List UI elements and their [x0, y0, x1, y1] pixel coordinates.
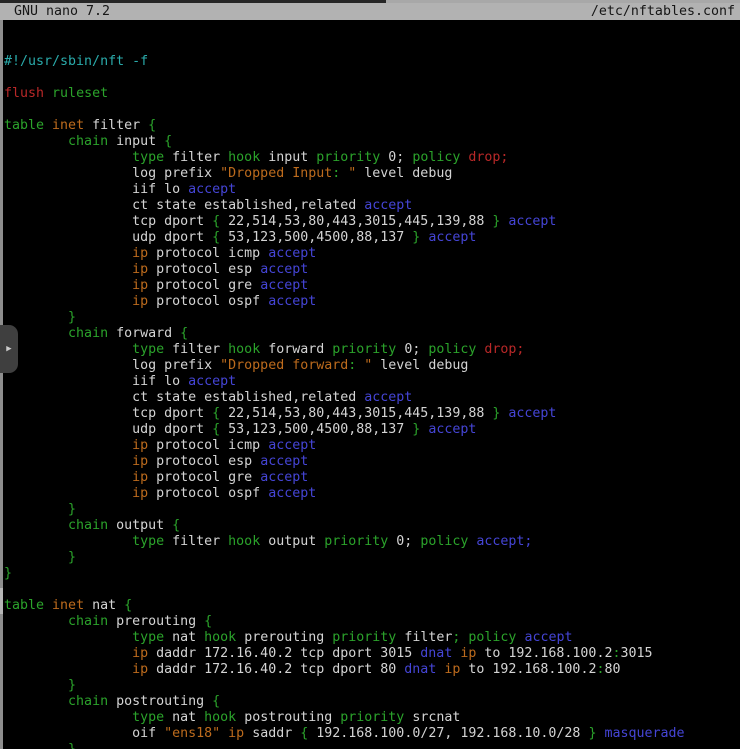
code-line: ct state established,related accept [4, 390, 740, 406]
window-left-edge [0, 20, 3, 749]
code-line: type nat hook postrouting priority srcna… [4, 710, 740, 726]
chevron-right-icon: ▶ [6, 345, 11, 354]
code-line: type filter hook output priority 0; poli… [4, 534, 740, 550]
code-line: type filter hook forward priority 0; pol… [4, 342, 740, 358]
code-line: ct state established,related accept [4, 198, 740, 214]
code-lines: #!/usr/sbin/nft -f flush ruleset table i… [4, 54, 740, 749]
code-line: udp dport { 53,123,500,4500,88,137 } acc… [4, 230, 740, 246]
code-line: ip protocol gre accept [4, 470, 740, 486]
code-line: } [4, 678, 740, 694]
code-line: flush ruleset [4, 86, 740, 102]
code-line: tcp dport { 22,514,53,80,443,3015,445,13… [4, 406, 740, 422]
code-line: ip protocol ospf accept [4, 486, 740, 502]
code-line: udp dport { 53,123,500,4500,88,137 } acc… [4, 422, 740, 438]
code-line: ip daddr 172.16.40.2 tcp dport 3015 dnat… [4, 646, 740, 662]
code-line: ip daddr 172.16.40.2 tcp dport 80 dnat i… [4, 662, 740, 678]
code-line [4, 102, 740, 118]
code-line: ip protocol esp accept [4, 262, 740, 278]
code-line: } [4, 310, 740, 326]
code-line: ip protocol icmp accept [4, 246, 740, 262]
code-line: } [4, 742, 740, 749]
code-line: log prefix "Dropped Input: " level debug [4, 166, 740, 182]
code-line: chain forward { [4, 326, 740, 342]
code-line [4, 582, 740, 598]
code-line: ip protocol gre accept [4, 278, 740, 294]
code-line: iif lo accept [4, 374, 740, 390]
open-file-path: /etc/nftables.conf [591, 4, 735, 19]
code-line: ip protocol ospf accept [4, 294, 740, 310]
code-line: log prefix "Dropped forward: " level deb… [4, 358, 740, 374]
code-line: table inet filter { [4, 118, 740, 134]
code-line: } [4, 566, 740, 582]
code-line: type filter hook input priority 0; polic… [4, 150, 740, 166]
code-line: tcp dport { 22,514,53,80,443,3015,445,13… [4, 214, 740, 230]
code-line: oif "ens18" ip saddr { 192.168.100.0/27,… [4, 726, 740, 742]
code-line: chain output { [4, 518, 740, 534]
code-line: table inet nat { [4, 598, 740, 614]
code-line: chain postrouting { [4, 694, 740, 710]
editor-area[interactable]: #!/usr/sbin/nft -f flush ruleset table i… [4, 22, 740, 749]
code-line: ip protocol icmp accept [4, 438, 740, 454]
code-line: chain input { [4, 134, 740, 150]
nano-version-title: GNU nano 7.2 [5, 4, 110, 19]
scrollbar-thumb[interactable] [0, 588, 3, 614]
nano-titlebar: GNU nano 7.2 /etc/nftables.conf [0, 3, 740, 20]
code-line [4, 70, 740, 86]
code-line: } [4, 550, 740, 566]
code-line: ip protocol esp accept [4, 454, 740, 470]
terminal-window: GNU nano 7.2 /etc/nftables.conf #!/usr/s… [0, 0, 740, 749]
code-line: type nat hook prerouting priority filter… [4, 630, 740, 646]
side-panel-expand-handle[interactable]: ▶ [0, 325, 18, 373]
code-line: iif lo accept [4, 182, 740, 198]
code-line: chain prerouting { [4, 614, 740, 630]
code-line: } [4, 502, 740, 518]
code-line: #!/usr/sbin/nft -f [4, 54, 740, 70]
